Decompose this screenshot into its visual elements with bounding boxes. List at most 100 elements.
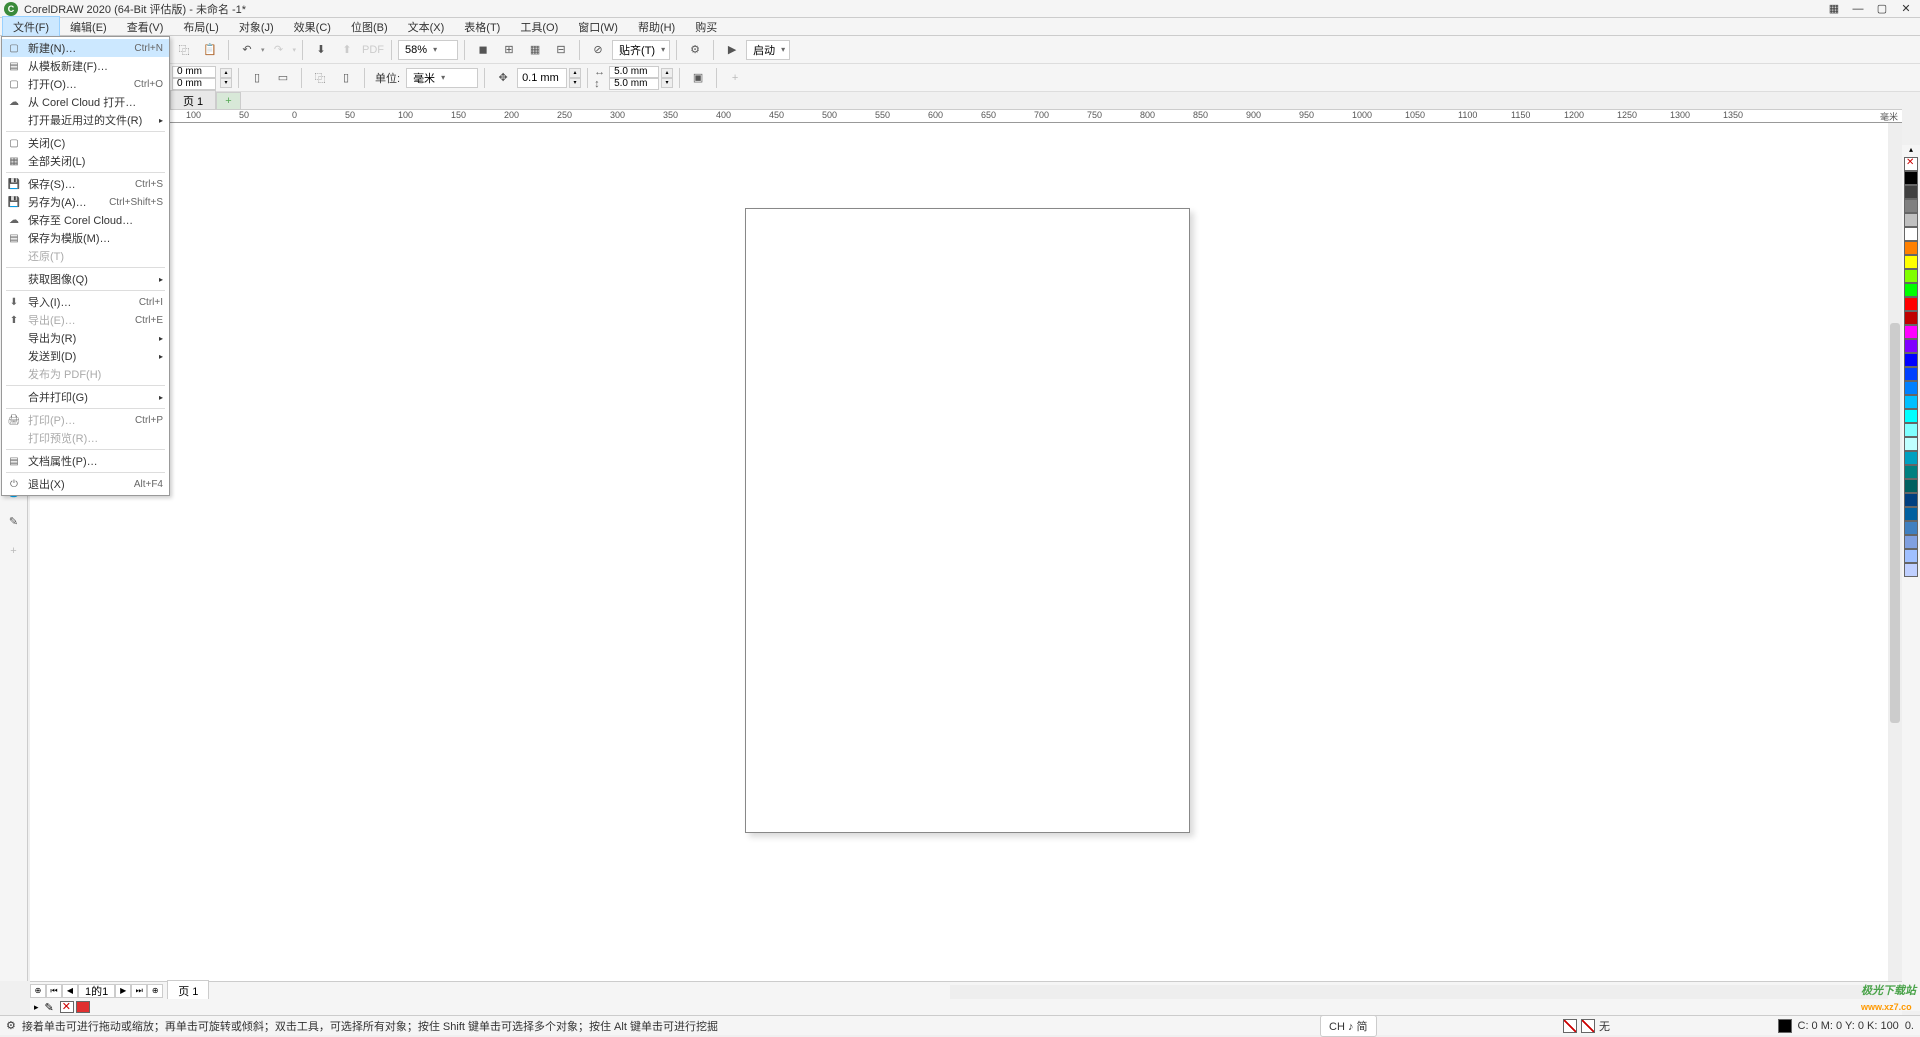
color-swatch[interactable]	[1904, 381, 1918, 395]
color-swatch[interactable]	[1904, 339, 1918, 353]
color-swatch[interactable]	[1904, 493, 1918, 507]
edit-color-icon[interactable]: ✎	[45, 1001, 54, 1014]
add-page-button[interactable]: +	[216, 92, 240, 110]
import-icon[interactable]: ⬇	[309, 39, 333, 61]
color-swatch[interactable]	[1904, 549, 1918, 563]
outline-indicator-icon[interactable]	[1581, 1019, 1595, 1033]
file-menu-item[interactable]: 打开最近用过的文件(R)▸	[2, 111, 169, 129]
settings-icon[interactable]: ▦	[1824, 2, 1844, 16]
color-swatch[interactable]	[1904, 367, 1918, 381]
menu-7[interactable]: 文本(X)	[398, 17, 455, 37]
color-swatch[interactable]	[1904, 409, 1918, 423]
color-row-arrow-icon[interactable]: ▸	[34, 1002, 39, 1013]
color-swatch[interactable]	[1904, 199, 1918, 213]
menu-5[interactable]: 效果(C)	[284, 17, 341, 37]
menu-2[interactable]: 查看(V)	[117, 17, 174, 37]
landscape-icon[interactable]: ▭	[271, 67, 295, 89]
color-swatch[interactable]	[1904, 563, 1918, 577]
show-guides-icon[interactable]: ⊟	[549, 39, 573, 61]
fullscreen-icon[interactable]: ◼	[471, 39, 495, 61]
add-page-after-icon[interactable]: ⊕	[147, 984, 163, 998]
file-menu-item[interactable]: 发送到(D)▸	[2, 347, 169, 365]
show-rulers-icon[interactable]: ⊞	[497, 39, 521, 61]
file-menu-item[interactable]: ☁从 Corel Cloud 打开…	[2, 93, 169, 111]
file-menu-item[interactable]: ▤从模板新建(F)…	[2, 57, 169, 75]
dup-y-input[interactable]	[609, 78, 659, 90]
no-fill-swatch[interactable]	[1904, 157, 1918, 171]
menu-12[interactable]: 购买	[685, 17, 727, 37]
launch-combo[interactable]: 启动 ▾	[746, 40, 790, 60]
menu-3[interactable]: 布局(L)	[173, 17, 228, 37]
file-menu-item[interactable]: 导出为(R)▸	[2, 329, 169, 347]
color-swatch-red[interactable]	[76, 1001, 90, 1013]
options-icon[interactable]: ⚙	[683, 39, 707, 61]
color-swatch[interactable]	[1904, 437, 1918, 451]
color-swatch[interactable]	[1904, 283, 1918, 297]
color-sample-icon[interactable]	[1778, 1019, 1792, 1033]
no-color-swatch[interactable]: ✕	[60, 1001, 74, 1013]
color-swatch[interactable]	[1904, 185, 1918, 199]
portrait-icon[interactable]: ▯	[245, 67, 269, 89]
file-menu-item[interactable]: 💾另存为(A)…Ctrl+Shift+S	[2, 193, 169, 211]
show-grid-icon[interactable]: ▦	[523, 39, 547, 61]
obj-y-input[interactable]	[172, 78, 216, 90]
file-menu-item[interactable]: 💾保存(S)…Ctrl+S	[2, 175, 169, 193]
menu-8[interactable]: 表格(T)	[454, 17, 510, 37]
maximize-button[interactable]: ▢	[1872, 2, 1892, 16]
snap-combo[interactable]: 贴齐(T) ▾	[612, 40, 670, 60]
canvas-area[interactable]	[30, 123, 1898, 981]
palette-up-icon[interactable]: ▴	[1902, 145, 1920, 157]
menu-4[interactable]: 对象(J)	[229, 17, 284, 37]
menu-6[interactable]: 位图(B)	[341, 17, 398, 37]
file-menu-item[interactable]: ▢打开(O)…Ctrl+O	[2, 75, 169, 93]
launch-icon[interactable]: ▶	[720, 39, 744, 61]
ime-indicator[interactable]: CH ♪ 简	[1320, 1015, 1377, 1037]
file-menu-item[interactable]: ▤文档属性(P)…	[2, 452, 169, 470]
obj-x-input[interactable]	[172, 66, 216, 78]
fill-indicator-icon[interactable]	[1563, 1019, 1577, 1033]
color-swatch[interactable]	[1904, 241, 1918, 255]
menu-9[interactable]: 工具(O)	[510, 17, 568, 37]
file-menu-item[interactable]: 合并打印(G)▸	[2, 388, 169, 406]
color-swatch[interactable]	[1904, 171, 1918, 185]
menu-0[interactable]: 文件(F)	[2, 16, 60, 38]
add-tool-icon[interactable]: +	[3, 540, 25, 562]
gear-icon[interactable]: ⚙	[6, 1019, 16, 1032]
color-swatch[interactable]	[1904, 507, 1918, 521]
first-page-icon[interactable]: ⏮	[46, 984, 62, 998]
file-menu-item[interactable]: ☁保存至 Corel Cloud…	[2, 211, 169, 229]
file-menu-item[interactable]: ▤保存为模版(M)…	[2, 229, 169, 247]
color-swatch[interactable]	[1904, 227, 1918, 241]
file-menu-item[interactable]: ▢关闭(C)	[2, 134, 169, 152]
color-swatch[interactable]	[1904, 395, 1918, 409]
last-page-icon[interactable]: ⏭	[131, 984, 147, 998]
color-swatch[interactable]	[1904, 535, 1918, 549]
file-menu-item[interactable]: 获取图像(Q)▸	[2, 270, 169, 288]
all-pages-icon[interactable]: ⿻	[308, 67, 332, 89]
file-menu-item[interactable]: ⏻退出(X)Alt+F4	[2, 475, 169, 493]
pdf-icon[interactable]: PDF	[361, 39, 385, 61]
close-button[interactable]: ✕	[1896, 2, 1916, 16]
redo-icon[interactable]: ↷	[267, 39, 291, 61]
vertical-scrollbar[interactable]	[1888, 123, 1902, 981]
treat-as-filled-icon[interactable]: ▣	[686, 67, 710, 89]
color-swatch[interactable]	[1904, 353, 1918, 367]
color-swatch[interactable]	[1904, 521, 1918, 535]
color-swatch[interactable]	[1904, 269, 1918, 283]
color-swatch[interactable]	[1904, 213, 1918, 227]
file-menu-item[interactable]: ▢新建(N)…Ctrl+N	[2, 39, 169, 57]
add-preset-icon[interactable]: +	[723, 67, 747, 89]
copy-icon[interactable]: ⿻	[172, 39, 196, 61]
paste-icon[interactable]: 📋	[198, 39, 222, 61]
export-icon[interactable]: ⬆	[335, 39, 359, 61]
zoom-combo[interactable]: 58% ▾	[398, 40, 458, 60]
file-menu-item[interactable]: ⬇导入(I)…Ctrl+I	[2, 293, 169, 311]
unit-combo[interactable]: 毫米 ▾	[406, 68, 478, 88]
minimize-button[interactable]: —	[1848, 2, 1868, 16]
color-swatch[interactable]	[1904, 465, 1918, 479]
nudge-input[interactable]	[517, 68, 567, 88]
nudge-icon[interactable]: ✥	[491, 67, 515, 89]
color-swatch[interactable]	[1904, 311, 1918, 325]
snap-off-icon[interactable]: ⊘	[586, 39, 610, 61]
prev-page-icon[interactable]: ◀	[62, 984, 78, 998]
